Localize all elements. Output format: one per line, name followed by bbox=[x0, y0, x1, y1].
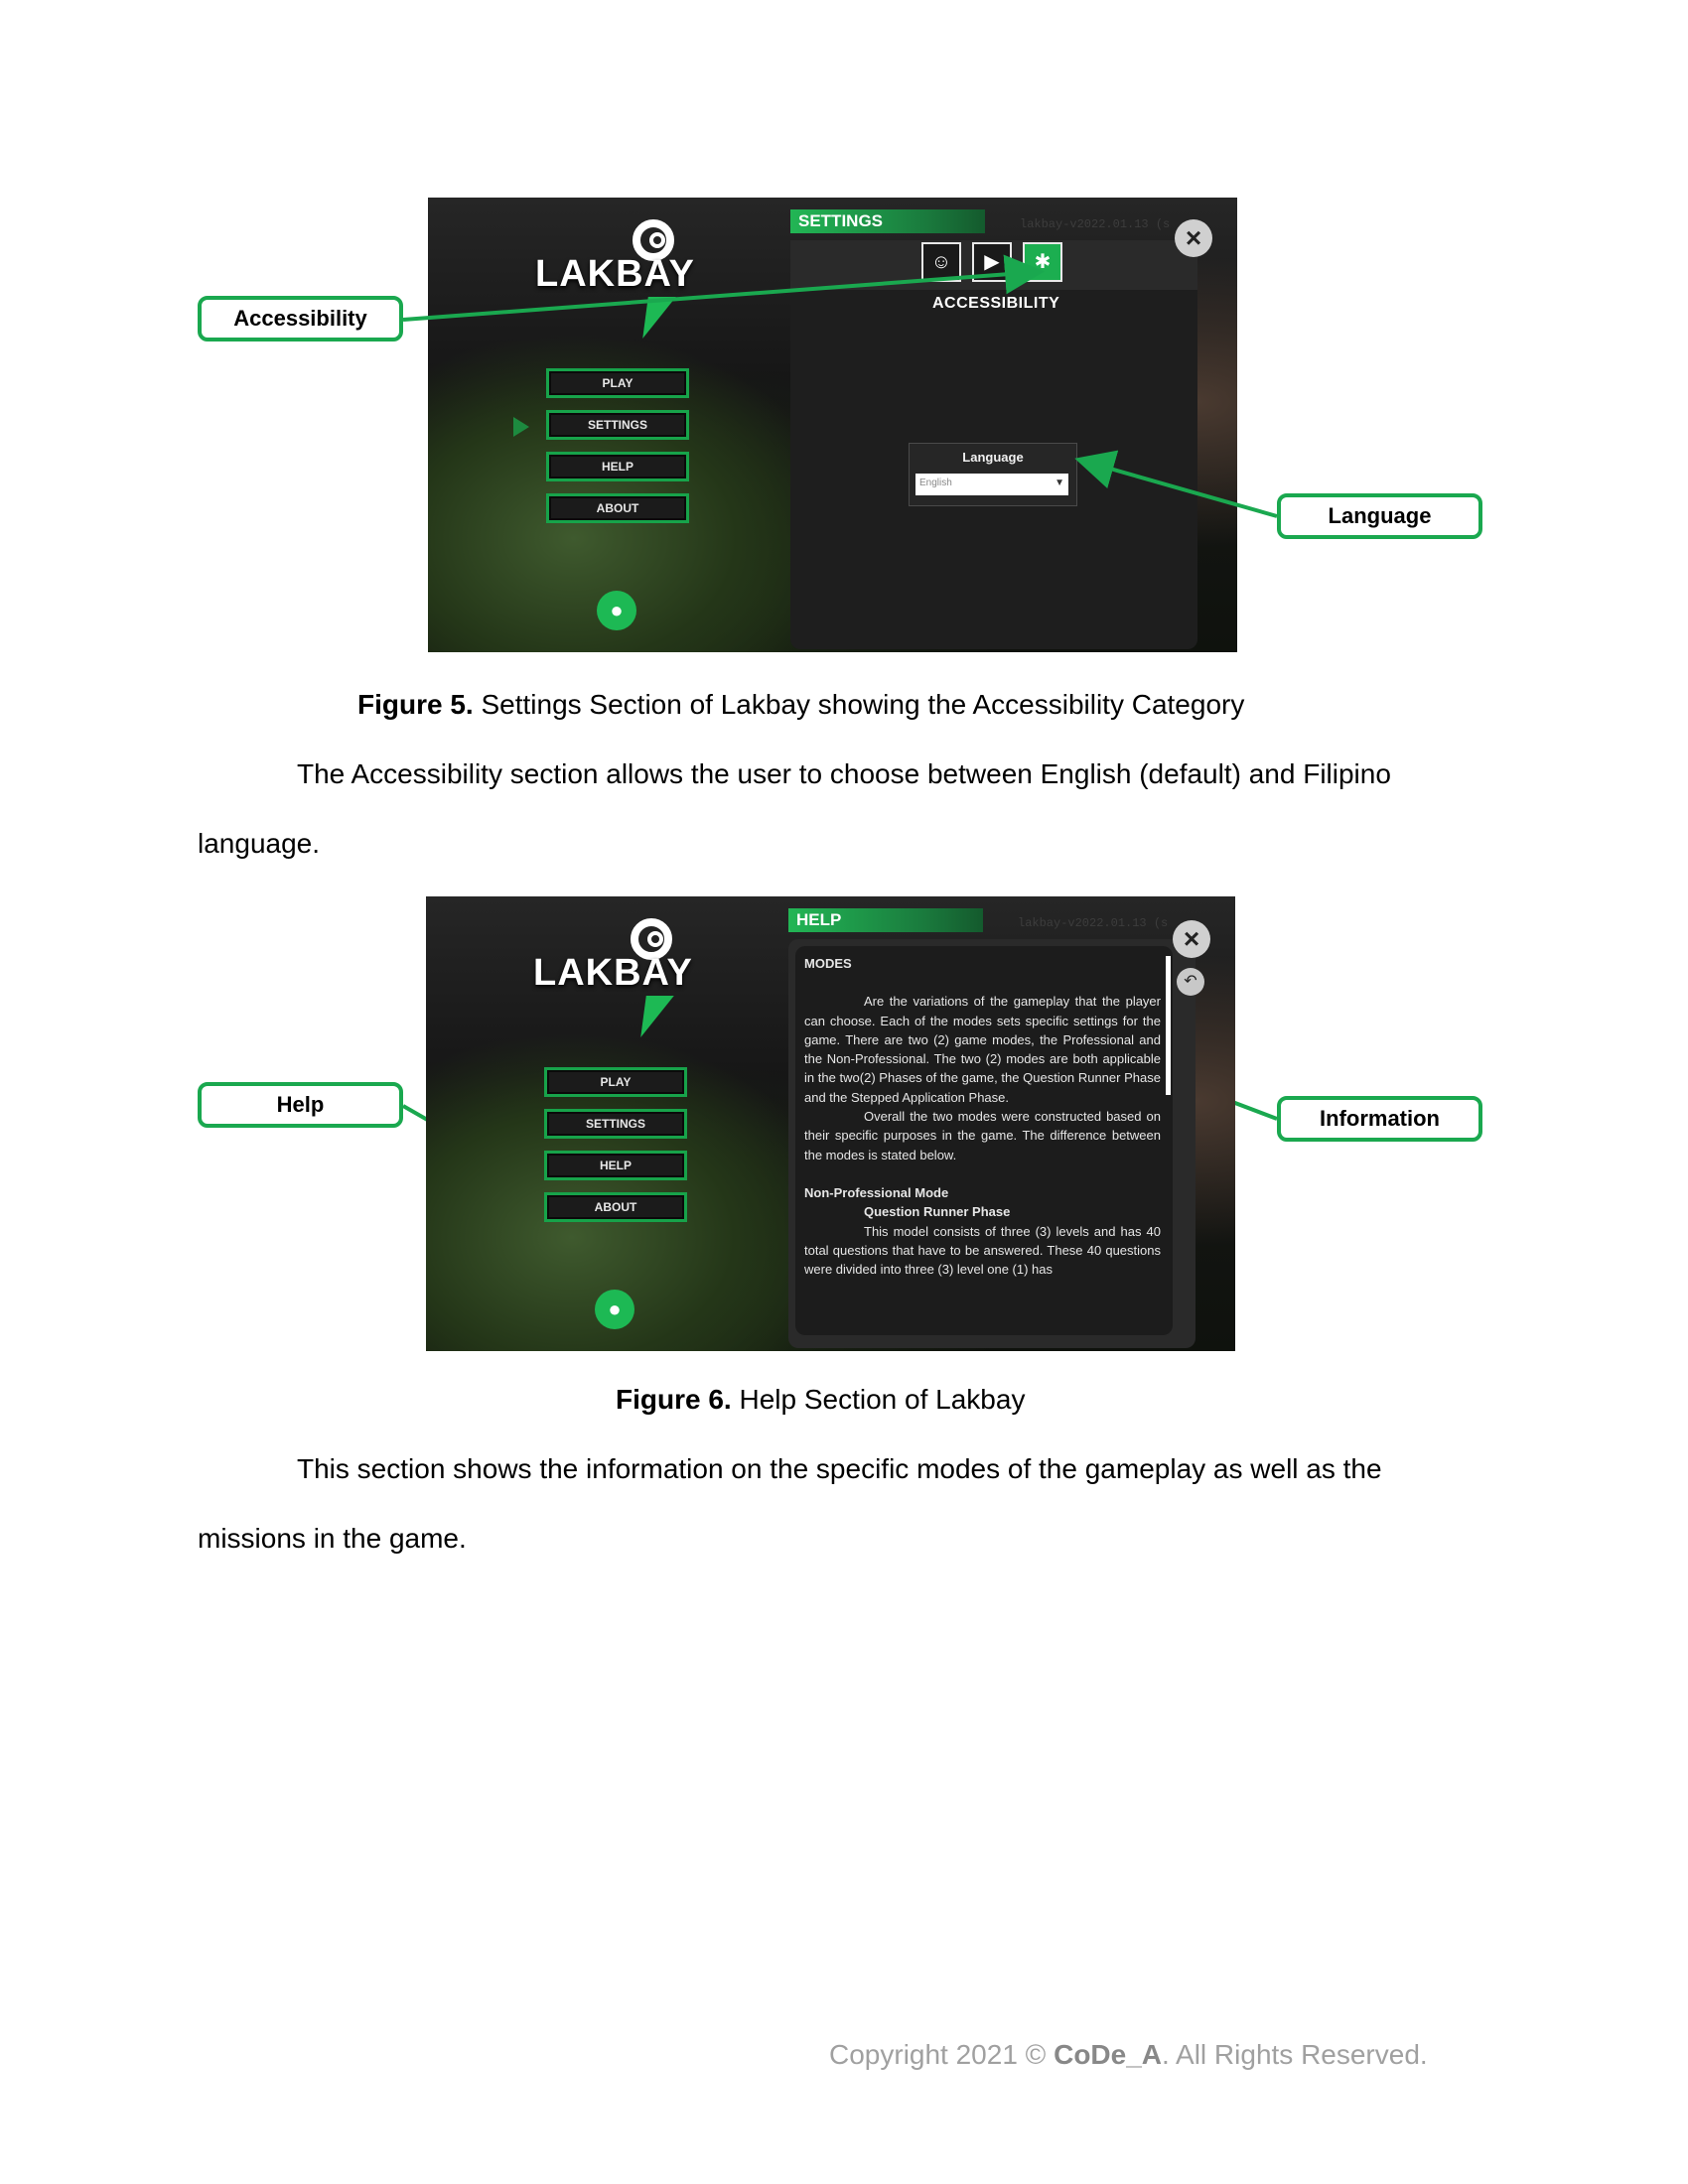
arrow-accessibility bbox=[402, 254, 1045, 322]
figure5-caption-text: Settings Section of Lakbay showing the A… bbox=[473, 689, 1245, 720]
copyright-prefix: Copyright 2021 © bbox=[829, 2039, 1055, 2070]
menu-about-button[interactable]: ABOUT bbox=[544, 1192, 687, 1222]
game-logo: LAKBAY bbox=[533, 952, 693, 994]
copyright-brand: CoDe_A bbox=[1054, 2039, 1163, 2070]
close-icon[interactable]: × bbox=[1173, 920, 1210, 958]
modes-paragraph-3: This model consists of three (3) levels … bbox=[804, 1223, 1161, 1278]
callout-information: Information bbox=[1277, 1096, 1482, 1142]
paragraph1-line1: The Accessibility section allows the use… bbox=[297, 758, 1391, 789]
back-arrow-icon[interactable]: ↶ bbox=[1177, 968, 1204, 996]
version-label: lakbay-v2022.01.13 (s bbox=[1018, 916, 1169, 930]
copyright-footer: Copyright 2021 © CoDe_A. All Rights Rese… bbox=[829, 2039, 1428, 2071]
panel-tab-help: HELP bbox=[788, 908, 983, 932]
question-runner-heading: Question Runner Phase bbox=[864, 1204, 1011, 1220]
figure6-caption-text: Help Section of Lakbay bbox=[731, 1384, 1026, 1415]
menu-help-button[interactable]: HELP bbox=[544, 1151, 687, 1180]
help-text: MODES Are the variations of the gameplay… bbox=[804, 954, 1161, 1329]
lightbulb-icon[interactable]: ● bbox=[595, 1290, 634, 1329]
modes-title: MODES bbox=[804, 956, 852, 971]
non-professional-heading: Non-Professional Mode bbox=[804, 1184, 949, 1200]
paragraph2-line1: This section shows the information on th… bbox=[297, 1453, 1382, 1484]
figure5-caption: Figure 5. Settings Section of Lakbay sho… bbox=[357, 689, 1244, 721]
paragraph1-line2: language. bbox=[198, 828, 321, 859]
modes-paragraph-2: Overall the two modes were constructed b… bbox=[804, 1109, 1161, 1162]
figure6-screenshot: LAKBAY PLAY SETTINGS HELP ABOUT ● HELP l… bbox=[426, 896, 1235, 1351]
figure6-caption: Figure 6. Help Section of Lakbay bbox=[616, 1384, 1025, 1416]
paragraph2-line2: missions in the game. bbox=[198, 1523, 467, 1554]
help-scrollbar[interactable] bbox=[1166, 956, 1171, 1095]
copyright-suffix: . All Rights Reserved. bbox=[1162, 2039, 1428, 2070]
callout-help: Help bbox=[198, 1082, 403, 1128]
modes-paragraph-1: Are the variations of the gameplay that … bbox=[804, 994, 1161, 1105]
menu-settings-button[interactable]: SETTINGS bbox=[544, 1109, 687, 1139]
arrow-language bbox=[1074, 450, 1278, 518]
figure6-caption-label: Figure 6. bbox=[616, 1384, 732, 1415]
menu-play-button[interactable]: PLAY bbox=[544, 1067, 687, 1097]
figure5-caption-label: Figure 5. bbox=[357, 689, 474, 720]
